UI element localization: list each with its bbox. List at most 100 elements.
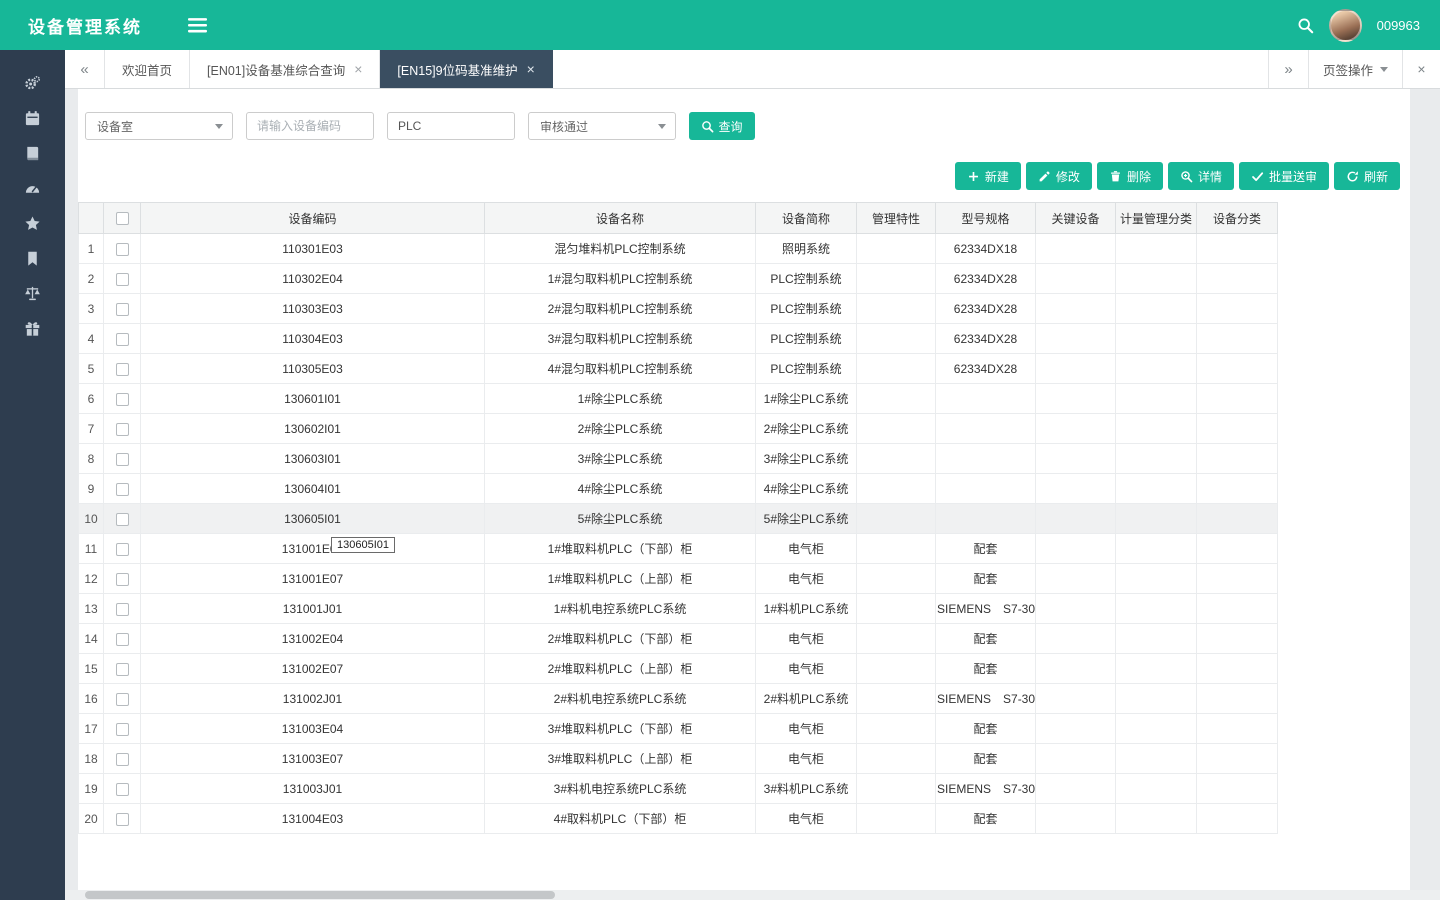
keyword-input[interactable] [387, 112, 515, 140]
column-header[interactable]: 关键设备 [1036, 203, 1116, 234]
row-checkbox[interactable] [116, 453, 129, 466]
batch-submit-button[interactable]: 批量送审 [1239, 162, 1329, 190]
table-row[interactable]: 12131001E071#堆取料机PLC（上部）柜电气柜配套 [79, 564, 1278, 594]
row-checkbox[interactable] [116, 543, 129, 556]
content-panel: 设备室 审核通过 查询 新建修改 删除详情批量送审刷新 [78, 89, 1410, 900]
table-row[interactable]: 16131002J012#料机电控系统PLC系统2#料机PLC系统SIEMENS… [79, 684, 1278, 714]
column-header[interactable]: 计量管理分类 [1116, 203, 1197, 234]
row-checkbox[interactable] [116, 273, 129, 286]
sidebar-item-scales[interactable] [0, 276, 65, 311]
table-row[interactable]: 17131003E043#堆取料机PLC（下部）柜电气柜配套 [79, 714, 1278, 744]
cell-model [936, 444, 1036, 474]
table-row[interactable]: 10130605I015#除尘PLC系统5#除尘PLC系统 [79, 504, 1278, 534]
row-index: 15 [79, 654, 104, 684]
row-checkbox[interactable] [116, 513, 129, 526]
tab-1[interactable]: [EN01]设备基准综合查询× [190, 50, 380, 88]
table-row[interactable]: 3110303E032#混匀取料机PLC控制系统PLC控制系统62334DX28 [79, 294, 1278, 324]
new-button[interactable]: 新建 [955, 162, 1021, 190]
button-label: 删除 [1127, 168, 1151, 185]
edit-button[interactable]: 修改 [1026, 162, 1092, 190]
table-row[interactable]: 20131004E034#取料机PLC（下部）柜电气柜配套 [79, 804, 1278, 834]
select-all-checkbox[interactable] [116, 212, 129, 225]
row-select-cell [104, 324, 141, 354]
audit-status-select[interactable]: 审核通过 [528, 112, 676, 140]
row-checkbox[interactable] [116, 423, 129, 436]
table-row[interactable]: 6130601I011#除尘PLC系统1#除尘PLC系统 [79, 384, 1278, 414]
table-row[interactable]: 1110301E03混匀堆料机PLC控制系统照明系统62334DX18 [79, 234, 1278, 264]
column-header[interactable]: 管理特性 [857, 203, 936, 234]
table-row[interactable]: 4110304E033#混匀取料机PLC控制系统PLC控制系统62334DX28 [79, 324, 1278, 354]
table-row[interactable]: 19131003J013#料机电控系统PLC系统3#料机PLC系统SIEMENS… [79, 774, 1278, 804]
cell-name: 1#除尘PLC系统 [485, 384, 756, 414]
table-row[interactable]: 2110302E041#混匀取料机PLC控制系统PLC控制系统62334DX28 [79, 264, 1278, 294]
column-header[interactable]: 设备简称 [756, 203, 857, 234]
table-row[interactable]: 18131003E073#堆取料机PLC（上部）柜电气柜配套 [79, 744, 1278, 774]
sidebar-item-bookmark[interactable] [0, 241, 65, 276]
row-checkbox[interactable] [116, 393, 129, 406]
row-checkbox[interactable] [116, 813, 129, 826]
row-checkbox[interactable] [116, 663, 129, 676]
row-checkbox[interactable] [116, 693, 129, 706]
tab-0[interactable]: 欢迎首页 [105, 50, 190, 88]
column-header[interactable]: 设备分类 [1197, 203, 1278, 234]
row-checkbox[interactable] [116, 633, 129, 646]
cell-code: 131002J01 [141, 684, 485, 714]
table-row[interactable]: 13131001J011#料机电控系统PLC系统1#料机PLC系统SIEMENS… [79, 594, 1278, 624]
cell-model: 62334DX28 [936, 264, 1036, 294]
tabs-scroll-left-button[interactable]: « [65, 50, 105, 88]
device-code-input[interactable] [246, 112, 374, 140]
hamburger-menu-icon[interactable] [188, 18, 207, 33]
table-row[interactable]: 5110305E034#混匀取料机PLC控制系统PLC控制系统62334DX28 [79, 354, 1278, 384]
row-checkbox[interactable] [116, 303, 129, 316]
user-avatar[interactable] [1329, 9, 1362, 42]
tab-2[interactable]: [EN15]9位码基准维护× [380, 50, 552, 88]
col-header-select [104, 203, 141, 234]
table-row[interactable]: 14131002E042#堆取料机PLC（下部）柜电气柜配套 [79, 624, 1278, 654]
cell-name: 1#堆取料机PLC（下部）柜 [485, 534, 756, 564]
horizontal-scrollbar[interactable] [65, 890, 1440, 900]
row-checkbox[interactable] [116, 753, 129, 766]
column-header[interactable]: 设备名称 [485, 203, 756, 234]
sidebar-item-star[interactable] [0, 206, 65, 241]
row-checkbox[interactable] [116, 603, 129, 616]
row-checkbox[interactable] [116, 363, 129, 376]
row-checkbox[interactable] [116, 483, 129, 496]
cell-category [1197, 594, 1278, 624]
sidebar-item-book[interactable] [0, 136, 65, 171]
cell-model: 62334DX28 [936, 294, 1036, 324]
row-checkbox[interactable] [116, 333, 129, 346]
table-row[interactable]: 8130603I013#除尘PLC系统3#除尘PLC系统 [79, 444, 1278, 474]
close-all-tabs-button[interactable]: × [1402, 50, 1440, 88]
table-row[interactable]: 7130602I012#除尘PLC系统2#除尘PLC系统 [79, 414, 1278, 444]
sidebar-item-gift[interactable] [0, 311, 65, 346]
scrollbar-thumb[interactable] [85, 891, 555, 899]
tab-close-icon[interactable]: × [354, 62, 362, 76]
table-row[interactable]: 9130604I014#除尘PLC系统4#除尘PLC系统 [79, 474, 1278, 504]
sidebar-item-calendar[interactable] [0, 101, 65, 136]
cell-key [1036, 774, 1116, 804]
delete-button[interactable]: 删除 [1097, 162, 1163, 190]
device-room-select-value: 设备室 [97, 118, 133, 135]
row-index: 5 [79, 354, 104, 384]
row-select-cell [104, 594, 141, 624]
table-row[interactable]: 15131002E072#堆取料机PLC（上部）柜电气柜配套 [79, 654, 1278, 684]
header-search-icon[interactable] [1297, 17, 1314, 34]
sidebar-item-cogs[interactable] [0, 66, 65, 101]
tabbar: « 欢迎首页[EN01]设备基准综合查询×[EN15]9位码基准维护× » 页签… [65, 50, 1440, 89]
column-header[interactable]: 型号规格 [936, 203, 1036, 234]
sidebar-item-dashboard[interactable] [0, 171, 65, 206]
row-checkbox[interactable] [116, 723, 129, 736]
search-button[interactable]: 查询 [689, 112, 755, 140]
close-icon: × [1417, 61, 1425, 77]
tabs-scroll-right-button[interactable]: » [1268, 50, 1308, 88]
tab-close-icon[interactable]: × [527, 62, 535, 76]
table-row[interactable]: 11131001E041#堆取料机PLC（下部）柜电气柜配套 [79, 534, 1278, 564]
row-checkbox[interactable] [116, 573, 129, 586]
refresh-button[interactable]: 刷新 [1334, 162, 1400, 190]
row-checkbox[interactable] [116, 783, 129, 796]
row-checkbox[interactable] [116, 243, 129, 256]
detail-button[interactable]: 详情 [1168, 162, 1234, 190]
column-header[interactable]: 设备编码 [141, 203, 485, 234]
tab-operations-button[interactable]: 页签操作 [1308, 50, 1402, 88]
device-room-select[interactable]: 设备室 [85, 112, 233, 140]
